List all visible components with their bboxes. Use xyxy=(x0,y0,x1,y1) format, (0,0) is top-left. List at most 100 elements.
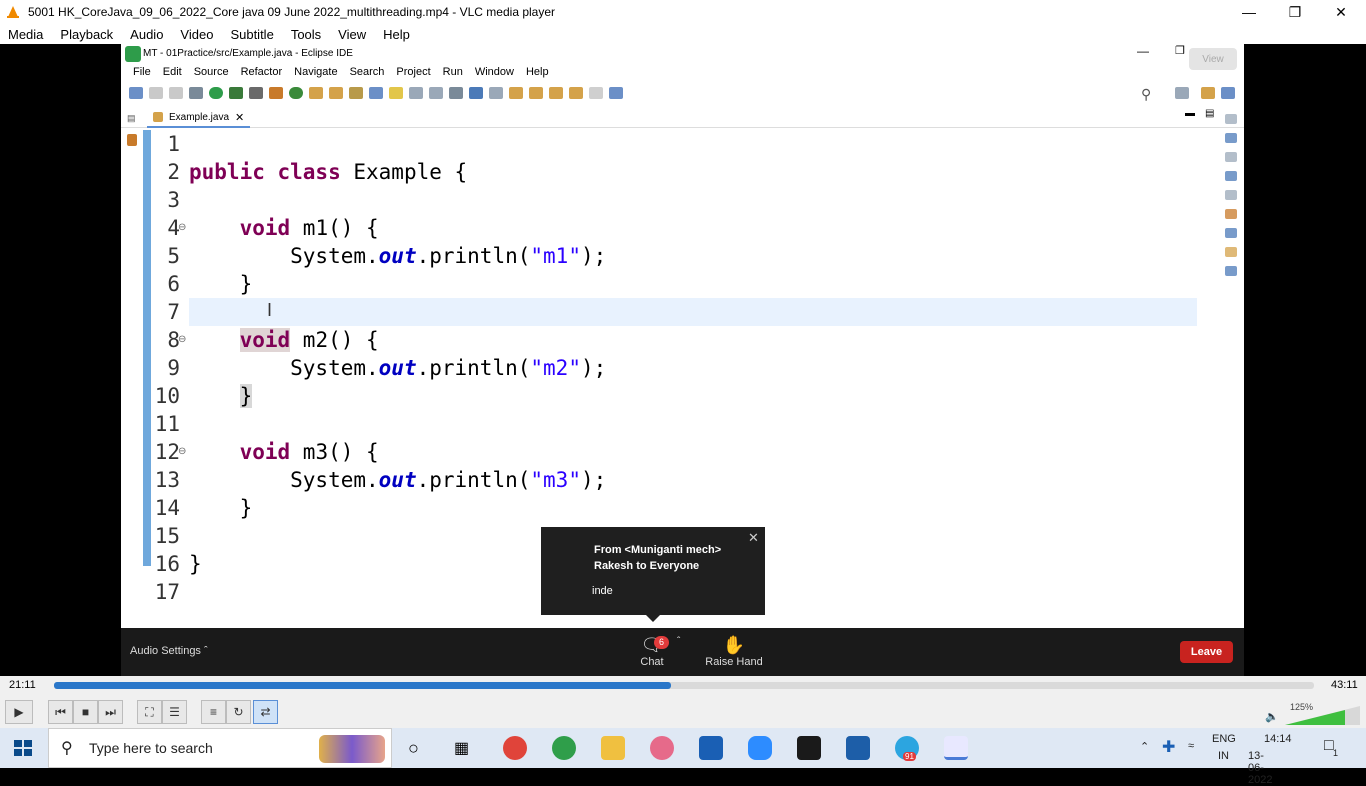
cortana-icon[interactable]: ○ xyxy=(408,738,419,759)
next-button[interactable]: ⏭ xyxy=(98,700,123,724)
store-icon[interactable] xyxy=(699,736,723,760)
raise-hand-button[interactable]: ✋ Raise Hand xyxy=(699,634,769,674)
eclipse-menu-edit[interactable]: Edit xyxy=(157,66,188,78)
chat-notification[interactable]: From <Muniganti mech> Rakesh to Everyone… xyxy=(541,527,765,615)
shuffle-button[interactable]: ⇄ xyxy=(253,700,278,724)
pin-editor-icon[interactable] xyxy=(609,87,623,99)
eclipse-menu-window[interactable]: Window xyxy=(469,66,520,78)
eclipse-menu-project[interactable]: Project xyxy=(390,66,436,78)
menu-subtitle[interactable]: Subtitle xyxy=(222,27,282,42)
stop-button[interactable]: ■ xyxy=(73,700,98,724)
open-type-icon[interactable] xyxy=(309,87,323,99)
eclipse-menu-help[interactable]: Help xyxy=(520,66,555,78)
code-line[interactable]: System.out.println("m2"); xyxy=(189,354,606,382)
code-line[interactable]: void m2() { xyxy=(189,326,379,354)
search-icon[interactable]: ⚲ xyxy=(1141,86,1151,103)
chat-close-icon[interactable]: ✕ xyxy=(748,530,759,546)
seek-bar[interactable] xyxy=(54,682,1314,689)
chrome-icon[interactable] xyxy=(552,736,576,760)
eclipse-restore-icon[interactable]: ❐ xyxy=(1175,44,1185,57)
zoom-app-icon[interactable] xyxy=(748,736,772,760)
lang-bottom[interactable]: IN xyxy=(1218,750,1229,762)
clock-time[interactable]: 14:14 xyxy=(1264,733,1292,745)
last-edit-icon[interactable] xyxy=(549,87,563,99)
external-tools-icon[interactable] xyxy=(249,87,263,99)
menu-view[interactable]: View xyxy=(330,27,375,42)
skip-icon[interactable] xyxy=(489,87,503,99)
photos-icon[interactable] xyxy=(846,736,870,760)
java-ee-perspective-icon[interactable] xyxy=(1201,87,1215,99)
lang-top[interactable]: ENG xyxy=(1212,733,1236,745)
code-line[interactable]: System.out.println("m1"); xyxy=(189,242,606,270)
code-line[interactable]: public class Example { xyxy=(189,158,467,186)
java-perspective-icon[interactable] xyxy=(1221,87,1235,99)
tab-close-icon[interactable]: ✕ xyxy=(235,111,244,124)
hierarchy-icon[interactable] xyxy=(1225,171,1237,181)
code-line[interactable]: } xyxy=(189,494,253,522)
debug-icon[interactable] xyxy=(189,87,203,99)
annotation-icon[interactable] xyxy=(369,87,383,99)
loop-button[interactable]: ↻ xyxy=(226,700,251,724)
fullscreen-button[interactable]: ⛶ xyxy=(137,700,162,724)
fold-toggle-icon[interactable]: ⊖ xyxy=(178,438,186,466)
highlight-icon[interactable] xyxy=(389,87,403,99)
menu-audio[interactable]: Audio xyxy=(122,27,172,42)
coverage-icon[interactable] xyxy=(229,87,243,99)
code-line[interactable]: } xyxy=(189,270,253,298)
block-select-icon[interactable] xyxy=(409,87,423,99)
restore-button[interactable]: ❐ xyxy=(1272,0,1318,24)
tray-chevron-icon[interactable]: ⌃ xyxy=(1140,740,1149,753)
eclipse-menu-search[interactable]: Search xyxy=(344,66,391,78)
windows-start-icon[interactable] xyxy=(14,740,32,756)
eclipse-menu-source[interactable]: Source xyxy=(188,66,235,78)
show-whitespace-icon[interactable] xyxy=(429,87,443,99)
save-icon[interactable] xyxy=(149,87,163,99)
pilcrow-icon[interactable] xyxy=(449,87,463,99)
video-area[interactable]: MT - 01Practice/src/Example.java - Eclip… xyxy=(0,44,1366,676)
snipping-tool-icon[interactable] xyxy=(650,736,674,760)
javadoc-icon[interactable] xyxy=(1225,228,1237,238)
play-button[interactable]: ▶ xyxy=(5,700,33,724)
forward-icon[interactable] xyxy=(589,87,603,99)
restore-right-icon[interactable] xyxy=(1225,152,1237,162)
previous-button[interactable]: ⏮ xyxy=(48,700,73,724)
menu-media[interactable]: Media xyxy=(0,27,52,42)
save-all-icon[interactable] xyxy=(169,87,183,99)
declaration-icon[interactable] xyxy=(1225,247,1237,257)
menu-playback[interactable]: Playback xyxy=(52,27,122,42)
close-button[interactable]: ✕ xyxy=(1318,0,1364,24)
open-resource-icon[interactable] xyxy=(329,87,343,99)
wifi-icon[interactable]: ≈ xyxy=(1188,740,1194,752)
prev-annotation-icon[interactable] xyxy=(529,87,543,99)
new-icon[interactable] xyxy=(129,87,143,99)
editor-scrollbar[interactable] xyxy=(1203,132,1213,626)
menu-help[interactable]: Help xyxy=(375,27,419,42)
code-line[interactable]: System.out.println("m3"); xyxy=(189,466,606,494)
code-line[interactable]: void m3() { xyxy=(189,438,379,466)
task-list-icon[interactable] xyxy=(1225,133,1237,143)
extended-settings-button[interactable]: ☰ xyxy=(162,700,187,724)
search-tool-icon[interactable] xyxy=(349,87,363,99)
tray-plus-icon[interactable]: ✚ xyxy=(1162,737,1175,757)
eclipse-menu-refactor[interactable]: Refactor xyxy=(235,66,289,78)
menu-video[interactable]: Video xyxy=(172,27,222,42)
eclipse-menu-navigate[interactable]: Navigate xyxy=(288,66,343,78)
console-icon[interactable] xyxy=(469,87,483,99)
open-perspective-icon[interactable] xyxy=(1175,87,1189,99)
run-icon[interactable] xyxy=(209,87,223,99)
chat-options-icon[interactable]: ˆ xyxy=(677,636,680,647)
console-view-icon[interactable] xyxy=(1225,266,1237,276)
minimize-button[interactable]: — xyxy=(1226,0,1272,24)
outline-icon[interactable] xyxy=(1225,114,1237,124)
speaker-icon[interactable]: 🔈 xyxy=(1265,710,1279,723)
leave-button[interactable]: Leave xyxy=(1180,641,1233,663)
audio-settings-button[interactable]: Audio Settings ˆ xyxy=(130,645,208,657)
new-class-icon[interactable] xyxy=(289,87,303,99)
maximize-editor-icon[interactable]: ▤ xyxy=(1205,108,1214,119)
playlist-button[interactable]: ≡ xyxy=(201,700,226,724)
task-view-icon[interactable]: ▦ xyxy=(454,738,469,758)
sticky-notes-icon[interactable] xyxy=(797,736,821,760)
file-explorer-icon[interactable] xyxy=(601,736,625,760)
chat-button[interactable]: 🗨 6 Chat xyxy=(632,634,672,674)
fold-toggle-icon[interactable]: ⊖ xyxy=(178,326,186,354)
